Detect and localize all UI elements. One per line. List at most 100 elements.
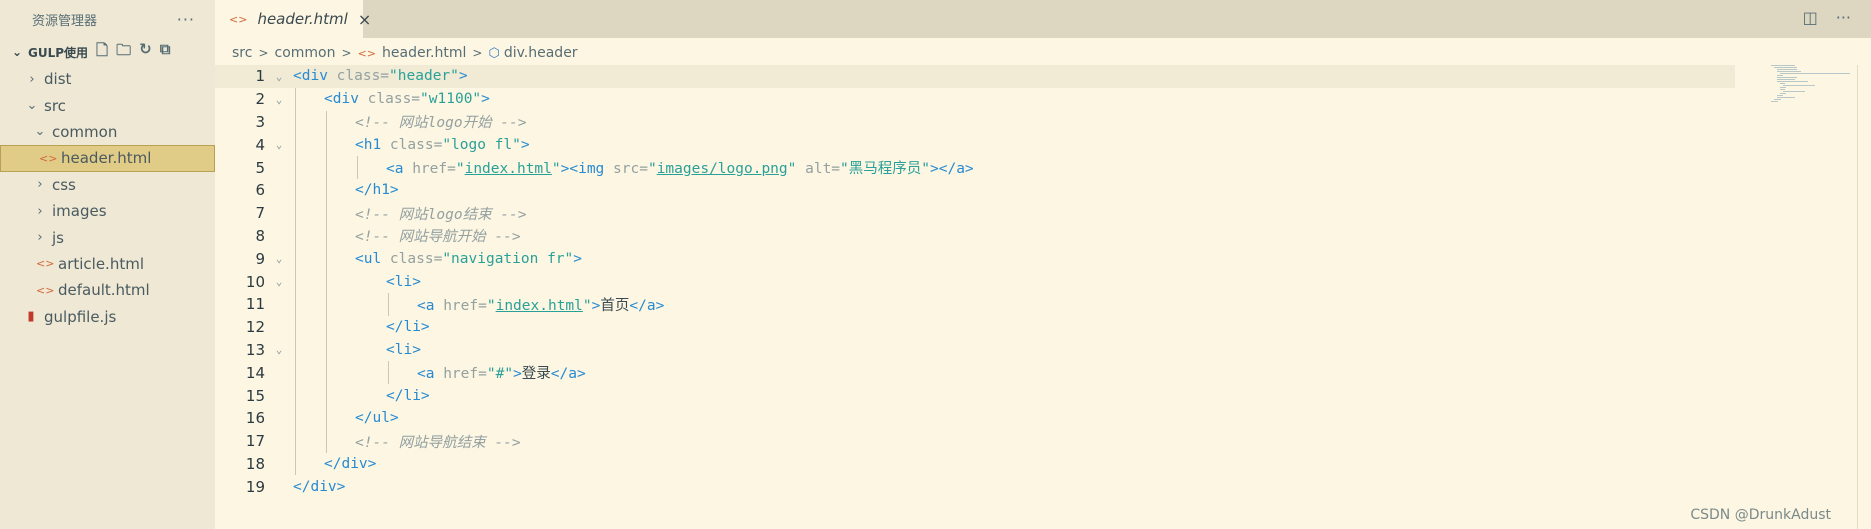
code-line[interactable]: 5 <a href="index.html"><img src="images/l… <box>215 156 1735 179</box>
collapse-all-icon[interactable]: ⧉ <box>160 40 171 65</box>
close-tab-icon[interactable]: × <box>358 10 371 29</box>
new-file-icon[interactable]: 🗋 <box>96 40 108 65</box>
fold-chevron-icon[interactable]: ⌄ <box>265 343 293 356</box>
code-token: <div <box>324 91 368 108</box>
code-text: <li> <box>293 274 421 290</box>
tree-item-label: common <box>52 122 118 141</box>
code-editor[interactable]: 1 ⌄ <div class="header"> 2 ⌄ <div class="w110… <box>215 65 1871 498</box>
refresh-icon[interactable]: ↻ <box>139 40 152 65</box>
tree-folder[interactable]: › images <box>0 198 215 224</box>
indent-guide <box>388 361 389 385</box>
tree-file[interactable]: <> header.html <box>0 145 215 172</box>
indent-guide <box>357 156 358 179</box>
breadcrumb-file[interactable]: header.html <box>382 45 466 61</box>
project-header[interactable]: ⌄ GULP使用 🗋 🗀 ↻ ⧉ <box>0 38 215 66</box>
tree-folder[interactable]: › js <box>0 224 215 250</box>
tree-file[interactable]: <> default.html <box>0 277 215 303</box>
code-text: </div> <box>293 456 376 472</box>
code-token: "黑马程序员" <box>840 161 930 178</box>
code-text: <h1 class="logo fl"> <box>293 137 530 153</box>
symbol-element-icon: ⬡ <box>488 45 500 61</box>
code-text: </h1> <box>293 182 399 198</box>
chevron-down-icon: ⌄ <box>26 98 38 114</box>
code-line[interactable]: 1 ⌄ <div class="header"> <box>215 65 1735 88</box>
code-line[interactable]: 15 </li> <box>215 384 1735 407</box>
code-token: <!-- 网站logo开始 --> <box>355 115 527 132</box>
html-file-icon: <> <box>357 46 376 60</box>
more-actions-icon[interactable]: ··· <box>177 10 195 29</box>
code-text: <!-- 网站logo开始 --> <box>293 111 527 132</box>
tree-file[interactable]: ▮ gulpfile.js <box>0 304 215 330</box>
code-token: </ul> <box>355 410 399 427</box>
code-text: <ul class="navigation fr"> <box>293 251 582 267</box>
code-token: <ul <box>355 250 390 267</box>
fold-chevron-icon[interactable]: ⌄ <box>265 138 293 151</box>
breadcrumb-symbol[interactable]: div.header <box>504 45 578 61</box>
code-token: <a <box>386 161 413 178</box>
split-editor-icon[interactable]: ◫ <box>1803 8 1818 27</box>
code-token: class= <box>367 91 421 108</box>
line-number: 11 <box>245 295 265 314</box>
fold-chevron-icon[interactable]: ⌄ <box>265 252 293 265</box>
code-line[interactable]: 17 <!-- 网站导航结束 --> <box>215 430 1735 453</box>
line-number: 5 <box>255 158 265 177</box>
chevron-right-icon: › <box>29 71 35 87</box>
code-token: </a> <box>629 297 665 314</box>
tree-folder[interactable]: › css <box>0 172 215 198</box>
tree-folder[interactable]: ⌄ src <box>0 92 215 118</box>
code-token: > <box>513 366 522 383</box>
watermark: CSDN @DrunkAdust <box>1690 507 1831 523</box>
more-editor-actions-icon[interactable]: ··· <box>1836 8 1851 27</box>
code-token: alt= <box>796 161 841 178</box>
code-line[interactable]: 19 </div> <box>215 475 1735 498</box>
breadcrumb-src[interactable]: src <box>232 45 252 61</box>
code-token: 首页 <box>600 297 630 314</box>
code-token: " <box>647 161 657 178</box>
code-line[interactable]: 9 ⌄ <ul class="navigation fr"> <box>215 247 1735 270</box>
tree-folder[interactable]: ⌄ common <box>0 119 215 145</box>
code-text: </ul> <box>293 410 399 426</box>
code-text: <li> <box>293 342 421 358</box>
indent-guide <box>326 110 327 453</box>
minimap[interactable] <box>1771 65 1871 115</box>
code-line[interactable]: 4 ⌄ <h1 class="logo fl"> <box>215 133 1735 156</box>
html-file-icon: <> <box>229 12 248 26</box>
code-line[interactable]: 8 <!-- 网站导航开始 --> <box>215 225 1735 248</box>
minimap-line <box>1780 87 1786 88</box>
code-token: " <box>455 161 465 178</box>
code-line[interactable]: 14 <a href="#">登录</a> <box>215 361 1735 384</box>
code-line[interactable]: 7 <!-- 网站logo结束 --> <box>215 202 1735 225</box>
code-token: </div> <box>324 455 377 472</box>
code-line[interactable]: 6 </h1> <box>215 179 1735 202</box>
tree-item-label: header.html <box>61 149 152 168</box>
code-line[interactable]: 18 </div> <box>215 453 1735 476</box>
code-token: > <box>520 136 530 153</box>
code-line[interactable]: 13 ⌄ <li> <box>215 339 1735 362</box>
line-number: 8 <box>255 226 265 245</box>
code-line[interactable]: 11 <a href="index.html">首页</a> <box>215 293 1735 316</box>
minimap-line <box>1777 81 1809 82</box>
code-token: </div> <box>293 478 346 495</box>
vertical-scrollbar[interactable] <box>1857 65 1871 529</box>
code-text: </li> <box>293 388 430 404</box>
fold-chevron-icon[interactable]: ⌄ <box>265 70 293 83</box>
code-text: <div class="header"> <box>293 68 468 84</box>
explorer-title: 资源管理器 <box>32 13 98 29</box>
fold-chevron-icon[interactable]: ⌄ <box>265 275 293 288</box>
minimap-line <box>1771 65 1795 66</box>
new-folder-icon[interactable]: 🗀 <box>116 40 131 65</box>
editor-actions: ◫ ··· <box>1803 8 1851 27</box>
fold-chevron-icon[interactable]: ⌄ <box>265 93 293 106</box>
code-line[interactable]: 12 </li> <box>215 316 1735 339</box>
tree-file[interactable]: <> article.html <box>0 251 215 277</box>
minimap-line <box>1780 93 1786 94</box>
tab-header-html[interactable]: <> header.html × <box>215 0 371 38</box>
code-line[interactable]: 16 </ul> <box>215 407 1735 430</box>
code-line[interactable]: 10 ⌄ <li> <box>215 270 1735 293</box>
tree-folder[interactable]: › dist <box>0 66 215 92</box>
indent-guide <box>295 87 296 476</box>
breadcrumb-common[interactable]: common <box>275 45 336 61</box>
code-line[interactable]: 2 ⌄ <div class="w1100"> <box>215 88 1735 111</box>
code-line[interactable]: 3 <!-- 网站logo开始 --> <box>215 111 1735 134</box>
code-token: class= <box>389 136 443 153</box>
